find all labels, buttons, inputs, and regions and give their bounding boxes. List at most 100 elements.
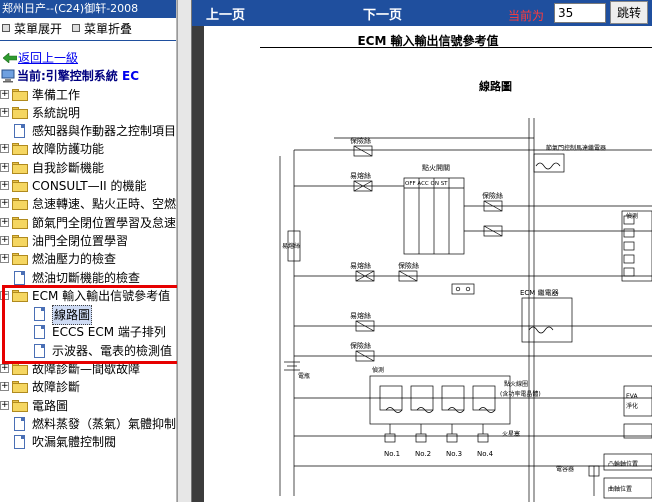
label-ecm-relay: ECM 繼電器 [520,288,559,297]
prev-page-button[interactable]: 上一页 [206,4,245,23]
tree-item[interactable]: + 準備工作 [0,86,176,104]
expand-all-button[interactable]: 菜單展开 [2,20,62,37]
label-ignition-coil-sub: (含功率電晶體) [500,390,541,398]
tree-item-label[interactable]: CONSULT—II 的機能 [32,177,146,195]
current-section-row: 当前:引擎控制系統 EC [0,67,176,85]
tree-item[interactable]: + 怠速轉速、點火正時、空燃 [0,195,176,213]
go-to-page-button[interactable]: 跳转 [610,1,648,24]
label-eva: EVA [626,393,639,400]
label-fusible-link-left: 易熔絲 [282,242,300,250]
document-viewer: 上一页 下一页 当前为 跳转 ECM 輸入輸出信號參考值 線路圖 [192,0,652,502]
tree-item[interactable]: 線路圖 [0,305,176,326]
expand-all-label: 菜單展开 [14,21,63,36]
tree-item[interactable]: 燃油切斷機能的檢查 [0,269,176,287]
tree-item-label[interactable]: 怠速轉速、點火正時、空燃 [32,195,176,213]
tree-item[interactable]: 示波器、電表的檢測值 [0,342,176,360]
tree-item[interactable]: ECCS ECM 端子排列 [0,323,176,341]
current-section-label: 当前:引擎控制系統 EC [17,67,139,85]
next-page-button[interactable]: 下一页 [363,4,402,23]
tree-item-label[interactable]: 系統說明 [32,104,80,122]
label-detect-right: 偵測 [626,212,638,220]
expand-toggle-icon[interactable]: + [0,364,9,374]
folder-icon [12,180,28,193]
collapse-icon [72,24,81,32]
tree-item-label[interactable]: 故障防護功能 [32,140,104,158]
tree-item-label[interactable]: 示波器、電表的檢測值 [52,342,172,360]
label-fuse-1: 保險絲 [350,136,371,145]
page-number-input[interactable] [554,3,606,23]
tree-item[interactable]: + 故障診斷—間歇故障 [0,360,176,378]
tree-item-label[interactable]: 吹漏氣體控制閥 [32,433,116,451]
tree-item[interactable]: + CONSULT—II 的機能 [0,177,176,195]
tree-item[interactable]: 吹漏氣體控制閥 [0,433,176,451]
tree-item-label[interactable]: 燃油壓力的檢查 [32,250,116,268]
folder-icon [12,143,28,156]
tree-item[interactable]: + 自我診斷機能 [0,159,176,177]
tree-item-label[interactable]: ECM 輸入輸出信號參考值 [32,287,170,305]
label-purge: 淨化 [626,402,638,410]
label-crankshaft: 曲軸位置 [608,485,632,493]
document-icon [14,124,25,139]
label-cyl-1: No.1 [384,450,400,458]
folder-icon [12,161,28,174]
tree-item-label[interactable]: 自我診斷機能 [32,159,104,177]
expand-toggle-icon[interactable]: + [0,235,9,245]
label-throttle-relay: 節氣門控制馬達繼電器 [546,144,606,152]
document-icon [14,416,25,431]
navigation-sidebar: 郑州日产--(C24)御轩-2008 菜單展开 菜單折叠 返回上一級 当前:引擎… [0,0,177,502]
label-battery: 電瓶 [298,372,310,380]
tree-item-label[interactable]: 油門全閉位置學習 [32,232,128,250]
wiring-schematic: 保險絲 易熔絲 易熔絲 保險絲 易熔絲 保險絲 保險絲 點火開關 OFF ACC… [279,118,652,502]
tree-item[interactable]: + 燃油壓力的檢查 [0,250,176,268]
pane-splitter[interactable] [177,0,192,502]
tree-item[interactable]: + 節氣門全閉位置學習及怠速 [0,214,176,232]
tree-item[interactable]: + 電路圖 [0,397,176,415]
expand-toggle-icon[interactable]: + [0,382,9,392]
label-camshaft: 凸輪軸位置 [608,460,638,468]
tree-item[interactable]: + 系統說明 [0,104,176,122]
tree-item-label[interactable]: 線路圖 [52,305,93,326]
tree-item[interactable]: + 故障防護功能 [0,140,176,158]
label-cyl-2: No.2 [415,450,431,458]
collapse-toggle-icon[interactable]: − [0,290,9,300]
expand-toggle-icon[interactable]: + [0,162,9,172]
collapse-all-button[interactable]: 菜單折叠 [72,20,132,37]
sidebar-actions: 菜單展开 菜單折叠 [0,18,176,38]
folder-icon [12,381,28,394]
expand-toggle-icon[interactable]: + [0,400,9,410]
label-fuse-4: 保險絲 [482,191,503,200]
expand-toggle-icon[interactable]: + [0,217,9,227]
tree-item-label[interactable]: ECCS ECM 端子排列 [52,323,166,341]
tree-item-label[interactable]: 燃料蒸發（蒸氣）氣體抑制 [32,415,176,433]
tree-item-label[interactable]: 準備工作 [32,86,80,104]
expand-icon [2,24,10,32]
folder-icon [12,234,28,247]
tree-item[interactable]: 感知器與作動器之控制項目 [0,122,176,140]
expand-toggle-icon[interactable]: + [0,144,9,154]
label-fusible-link-2: 易熔絲 [350,261,371,270]
tree-item-label[interactable]: 感知器與作動器之控制項目 [32,122,176,140]
sidebar-tree: + 準備工作 + 系統說明 感知器與作動器之控制項目 + 故障防護功能 + 自我診斷機能 + CON… [0,86,176,452]
label-ignition-switch: 點火開關 [422,163,450,172]
document-icon [34,325,45,340]
tree-item-label[interactable]: 燃油切斷機能的檢查 [32,269,140,287]
tree-item[interactable]: 燃料蒸發（蒸氣）氣體抑制 [0,415,176,433]
tree-item[interactable]: + 油門全閉位置學習 [0,232,176,250]
document-icon [34,307,45,322]
expand-toggle-icon[interactable]: + [0,89,9,99]
label-condenser: 電容器 [556,465,574,473]
tree-item[interactable]: − ECM 輸入輸出信號參考值 [0,287,176,305]
expand-toggle-icon[interactable]: + [0,254,9,264]
folder-icon [12,216,28,229]
back-link[interactable]: 返回上一級 [18,49,78,67]
tree-item-label[interactable]: 節氣門全閉位置學習及怠速 [32,214,176,232]
expand-toggle-icon[interactable]: + [0,107,9,117]
expand-toggle-icon[interactable]: + [0,181,9,191]
tree-item-label[interactable]: 電路圖 [32,397,68,415]
label-fusible-link-1: 易熔絲 [350,171,371,180]
tree-item-label[interactable]: 故障診斷 [32,378,80,396]
tree-item[interactable]: + 故障診斷 [0,378,176,396]
expand-toggle-icon[interactable]: + [0,199,9,209]
back-link-row[interactable]: 返回上一級 [0,49,176,67]
tree-item-label[interactable]: 故障診斷—間歇故障 [32,360,140,378]
